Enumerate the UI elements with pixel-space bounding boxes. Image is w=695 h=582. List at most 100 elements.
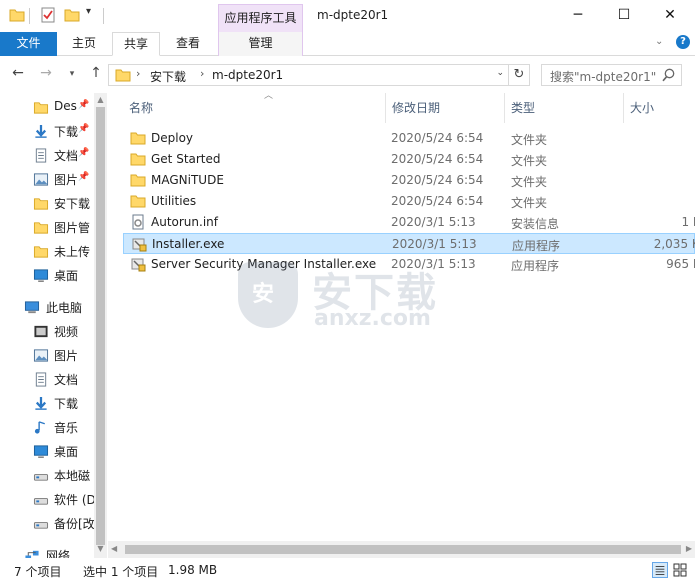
sidebar-item[interactable]: 桌面 bbox=[0, 264, 94, 286]
file-name: MAGNiTUDE bbox=[151, 173, 224, 187]
sidebar-item-label: 文档 bbox=[54, 373, 79, 387]
chevron-right-icon[interactable]: › bbox=[136, 67, 140, 80]
sidebar-item[interactable]: 文档 bbox=[0, 368, 94, 390]
file-size: 1 KB bbox=[681, 215, 695, 229]
sidebar-item[interactable]: 图片 bbox=[0, 344, 94, 366]
details-view-icon[interactable] bbox=[652, 562, 668, 578]
toolbar-separator bbox=[103, 8, 104, 24]
sidebar-item[interactable]: 本地磁 bbox=[0, 464, 94, 486]
forward-arrow-icon[interactable]: → bbox=[37, 65, 55, 81]
scroll-thumb[interactable] bbox=[125, 545, 681, 554]
folder-icon[interactable] bbox=[9, 7, 25, 23]
file-date: 2020/5/24 6:54 bbox=[391, 173, 484, 187]
sidebar-item[interactable]: 安下载 bbox=[0, 192, 94, 214]
file-row[interactable]: MAGNiTUDE 2020/5/24 6:54 文件夹 bbox=[123, 170, 695, 191]
chevron-down-icon[interactable]: ⌄ bbox=[496, 68, 504, 78]
drive-icon bbox=[33, 474, 49, 481]
chevron-right-icon[interactable]: › bbox=[200, 67, 204, 80]
large-icons-view-icon[interactable] bbox=[672, 562, 688, 578]
nav-scrollbar[interactable]: ▲ ▼ bbox=[94, 93, 107, 558]
search-input[interactable]: 搜索"m-dpte20r1" bbox=[541, 64, 682, 86]
expand-ribbon-icon[interactable]: ⌄ bbox=[655, 36, 663, 47]
scroll-down-icon[interactable]: ▼ bbox=[94, 544, 107, 553]
column-header-size[interactable]: 大小 bbox=[624, 93, 695, 123]
document-icon bbox=[35, 148, 47, 163]
sidebar-item[interactable]: 此电脑 bbox=[0, 296, 94, 318]
refresh-button[interactable]: ↻ bbox=[509, 64, 530, 86]
scroll-left-icon[interactable]: ◀ bbox=[111, 544, 117, 553]
sidebar-item[interactable]: 下载 bbox=[0, 392, 94, 414]
back-arrow-icon[interactable]: ← bbox=[9, 65, 27, 81]
file-date: 2020/3/1 5:13 bbox=[391, 215, 476, 229]
tab-home[interactable]: 主页 bbox=[62, 32, 106, 56]
tab-manage[interactable]: 管理 bbox=[218, 32, 303, 56]
address-bar[interactable]: › 安下载 › m-dpte20r1 ⌄ bbox=[108, 64, 509, 86]
customize-toolbar-icon[interactable]: ▾ bbox=[86, 6, 98, 22]
pin-icon: 📌 bbox=[78, 100, 90, 110]
sidebar-item[interactable]: 未上传 bbox=[0, 240, 94, 262]
help-icon[interactable]: ? bbox=[676, 35, 690, 49]
file-row[interactable]: Deploy 2020/5/24 6:54 文件夹 bbox=[123, 128, 695, 149]
file-row[interactable]: Autorun.inf 2020/3/1 5:13 安装信息 1 KB bbox=[123, 212, 695, 233]
properties-icon[interactable] bbox=[40, 7, 56, 23]
column-header-name[interactable]: ︿ 名称 bbox=[123, 91, 386, 123]
tab-file[interactable]: 文件 bbox=[0, 32, 57, 56]
breadcrumb-segment[interactable]: m-dpte20r1 bbox=[212, 68, 283, 82]
sidebar-item[interactable]: 音乐 bbox=[0, 416, 94, 438]
desktop-icon bbox=[33, 445, 49, 458]
scroll-up-icon[interactable]: ▲ bbox=[94, 95, 107, 104]
selection-size: 1.98 MB bbox=[168, 563, 218, 577]
pin-icon: 📌 bbox=[78, 172, 90, 182]
column-header-type[interactable]: 类型 bbox=[505, 93, 624, 123]
file-date: 2020/5/24 6:54 bbox=[391, 131, 484, 145]
sidebar-item[interactable]: 网络 bbox=[0, 544, 94, 558]
sidebar-item[interactable]: 图片管 bbox=[0, 216, 94, 238]
sidebar-item-label: 未上传 bbox=[54, 245, 91, 259]
sidebar-item-label: 视频 bbox=[54, 325, 79, 339]
sidebar-item-label: 网络 bbox=[46, 549, 71, 558]
watermark-url: anxz.com bbox=[314, 306, 431, 331]
item-count: 7 个项目 bbox=[14, 565, 62, 579]
scroll-thumb[interactable] bbox=[96, 107, 105, 545]
file-row[interactable]: Installer.exe 2020/3/1 5:13 应用程序 2,035 KB bbox=[123, 233, 695, 254]
video-icon bbox=[34, 325, 48, 338]
sidebar-item-label: 软件 (D bbox=[54, 493, 96, 507]
sidebar-item[interactable]: 图片 📌 bbox=[0, 168, 94, 190]
recent-locations-icon[interactable]: ▾ bbox=[63, 69, 81, 79]
maximize-button[interactable]: ☐ bbox=[601, 0, 647, 30]
sidebar-item[interactable]: 备份[改 bbox=[0, 512, 95, 534]
file-name: Get Started bbox=[151, 152, 221, 166]
file-type: 应用程序 bbox=[512, 239, 561, 253]
selection-count: 选中 1 个项目 bbox=[83, 565, 159, 579]
sidebar-item-label: 安下载 bbox=[54, 197, 91, 211]
sidebar-item[interactable]: 下载 📌 bbox=[0, 120, 94, 142]
breadcrumb-segment[interactable]: 安下载 bbox=[150, 68, 186, 85]
sidebar-item[interactable]: Des 📌 bbox=[0, 96, 94, 118]
file-row[interactable]: Utilities 2020/5/24 6:54 文件夹 bbox=[123, 191, 695, 212]
music-icon bbox=[34, 421, 45, 434]
sidebar-item[interactable]: 文档 📌 bbox=[0, 144, 94, 166]
sidebar-item[interactable]: 视频 bbox=[0, 320, 94, 342]
folder-icon bbox=[33, 102, 49, 114]
close-button[interactable]: ✕ bbox=[647, 0, 693, 30]
folder-icon bbox=[33, 222, 49, 234]
file-row[interactable]: Get Started 2020/5/24 6:54 文件夹 bbox=[123, 149, 695, 170]
new-folder-icon[interactable] bbox=[64, 7, 80, 23]
folder-icon bbox=[115, 69, 131, 82]
folder-icon bbox=[130, 195, 146, 208]
folder-icon bbox=[33, 246, 49, 258]
watermark: 安 安下载 anxz.com bbox=[238, 262, 468, 334]
sidebar-item-label: 图片 bbox=[54, 173, 79, 187]
file-type: 文件夹 bbox=[511, 175, 548, 189]
scroll-right-icon[interactable]: ▶ bbox=[686, 544, 692, 553]
sidebar-item[interactable]: 软件 (D bbox=[0, 488, 96, 510]
column-header-date[interactable]: 修改日期 bbox=[386, 93, 505, 123]
up-arrow-icon[interactable]: ↑ bbox=[87, 65, 105, 81]
minimize-button[interactable]: ─ bbox=[555, 0, 601, 30]
horizontal-scrollbar[interactable]: ◀ ▶ bbox=[108, 541, 695, 558]
sidebar-item[interactable]: 桌面 bbox=[0, 440, 94, 462]
tab-share[interactable]: 共享 bbox=[112, 32, 160, 56]
tab-view[interactable]: 查看 bbox=[166, 32, 210, 56]
drive-icon bbox=[33, 498, 49, 505]
sidebar-item-label: 文档 bbox=[54, 149, 79, 163]
